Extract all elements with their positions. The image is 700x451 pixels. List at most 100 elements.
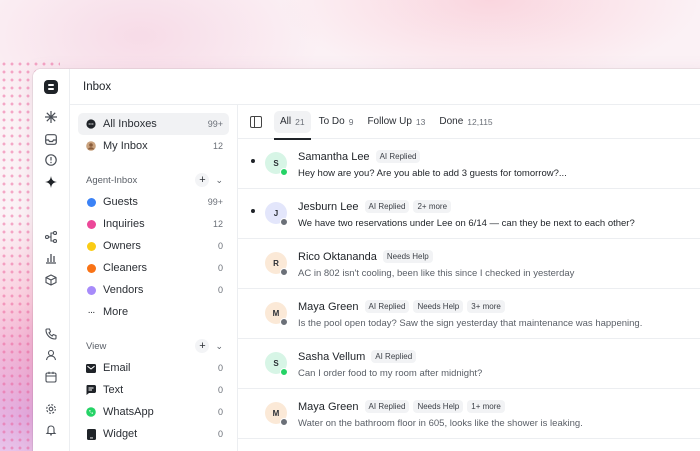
- sidebar-item-label: All Inboxes: [103, 118, 157, 130]
- sidebar-item-inquiries[interactable]: Inquiries 12: [78, 213, 229, 235]
- status-badge: Needs Help: [382, 250, 433, 263]
- icon-rail: [33, 69, 70, 451]
- conversation-list-panel: All 21 To Do 9 Follow Up 13 Done 12,115 …: [238, 105, 700, 451]
- contact-name: Sasha Vellum: [298, 350, 366, 363]
- workflow-icon[interactable]: [42, 228, 60, 246]
- whatsapp-icon: [280, 168, 288, 176]
- mail-icon: [280, 318, 288, 326]
- cube-icon[interactable]: [42, 271, 60, 289]
- sidebar-item-count: 0: [217, 263, 223, 273]
- app-window: Inbox All Inboxes 99+ My Inbox 12 Agent-…: [33, 69, 700, 451]
- section-title: View: [86, 340, 107, 352]
- status-badge: AI Replied: [364, 200, 410, 213]
- sidebar-item-label: Email: [103, 362, 131, 374]
- message-preview: AC in 802 isn't cooling, been like this …: [298, 268, 575, 279]
- tab-done[interactable]: Done 12,115: [439, 105, 492, 139]
- sidebar-toggle-icon[interactable]: [250, 115, 262, 128]
- whatsapp-icon: [280, 368, 288, 376]
- inbox-tray-icon[interactable]: [42, 130, 60, 148]
- tab-follow-up[interactable]: Follow Up 13: [367, 105, 425, 139]
- inbox-sidebar: All Inboxes 99+ My Inbox 12 Agent-Inbox …: [70, 105, 238, 451]
- whatsapp-icon: [86, 407, 96, 417]
- sidebar-item-cleaners[interactable]: Cleaners 0: [78, 257, 229, 279]
- sidebar-item-guests[interactable]: Guests 99+: [78, 191, 229, 213]
- tab-all[interactable]: All 21: [274, 110, 311, 140]
- sidebar-item-vendors[interactable]: Vendors 0: [78, 279, 229, 301]
- app-logo-icon[interactable]: [42, 78, 60, 96]
- sidebar-item-whatsapp[interactable]: WhatsApp 0: [78, 401, 229, 423]
- sparkle-outline-icon[interactable]: [42, 108, 60, 126]
- message-preview: Water on the bathroom floor in 605, look…: [298, 418, 583, 429]
- sidebar-item-count: 0: [217, 407, 223, 417]
- sidebar-item-label: Text: [103, 384, 124, 396]
- conversation-header: Maya Green AI Replied Needs Help 3+ more: [298, 300, 509, 313]
- mail-icon: [280, 418, 288, 426]
- conversation-row[interactable]: M Maya Green AI Replied Needs Help 3+ more Is…: [238, 289, 700, 339]
- sidebar-item-count: 0: [217, 241, 223, 251]
- tab-count: 9: [348, 116, 354, 127]
- bell-icon[interactable]: [42, 421, 60, 439]
- sidebar-item-email[interactable]: Email 0: [78, 357, 229, 379]
- add-view-button[interactable]: +: [195, 339, 210, 353]
- conversation-row[interactable]: J Jesburn Lee AI Replied 2+ more We have two…: [238, 189, 700, 239]
- sidebar-item-text[interactable]: Text 0: [78, 379, 229, 401]
- vendors-globe-icon: [86, 285, 96, 295]
- mail-icon: [86, 363, 96, 373]
- sidebar-item-my-inbox[interactable]: My Inbox 12: [78, 135, 229, 157]
- section-title: Agent-Inbox: [86, 174, 138, 186]
- contact-name: Maya Green: [298, 300, 359, 313]
- contact-name: Rico Oktananda: [298, 250, 377, 263]
- conversation-header: Sasha Vellum AI Replied: [298, 350, 420, 363]
- sparkle-filled-icon[interactable]: [42, 173, 60, 191]
- alert-circle-icon[interactable]: [42, 151, 60, 169]
- calendar-icon[interactable]: [42, 368, 60, 386]
- tab-to-do[interactable]: To Do 9: [319, 105, 354, 139]
- conversation-header: Rico Oktananda Needs Help: [298, 250, 437, 263]
- bar-chart-icon[interactable]: [42, 249, 60, 267]
- settings-gear-icon[interactable]: [42, 400, 60, 418]
- conversation-row[interactable]: S Samantha Lee AI Replied Hey how are you? …: [238, 139, 700, 189]
- tab-label: Done: [439, 116, 464, 127]
- sidebar-item-all-inboxes[interactable]: All Inboxes 99+: [78, 113, 229, 135]
- sidebar-item-count: 99+: [207, 119, 223, 129]
- sidebar-item-more[interactable]: ··· More: [78, 301, 229, 323]
- widget-icon: [86, 428, 96, 440]
- chevron-down-icon[interactable]: ⌄: [215, 341, 223, 352]
- sidebar-item-count: 12: [212, 141, 223, 151]
- contact-name: Maya Green: [298, 400, 359, 413]
- top-bar: Inbox: [70, 69, 700, 105]
- more-dots-icon: ···: [87, 306, 96, 318]
- sidebar-item-owners[interactable]: Owners 0: [78, 235, 229, 257]
- phone-icon[interactable]: [42, 325, 60, 343]
- status-badge: AI Replied: [375, 150, 421, 163]
- sidebar-item-count: 0: [217, 363, 223, 373]
- chevron-down-icon[interactable]: ⌄: [215, 175, 223, 186]
- status-badge: AI Replied: [371, 350, 417, 363]
- status-badge: 1+ more: [467, 400, 505, 413]
- guests-globe-icon: [86, 197, 96, 207]
- conversation-list: S Samantha Lee AI Replied Hey how are you? …: [238, 139, 700, 439]
- tab-count: 21: [295, 116, 305, 127]
- tab-label: All: [280, 116, 292, 127]
- status-badge: AI Replied: [364, 400, 410, 413]
- contact-name: Jesburn Lee: [298, 200, 359, 213]
- conversation-row[interactable]: S Sasha Vellum AI Replied Can I order food …: [238, 339, 700, 389]
- sidebar-item-count: 0: [217, 429, 223, 439]
- tab-count: 12,115: [467, 116, 493, 127]
- add-agent-inbox-button[interactable]: +: [195, 173, 210, 187]
- sidebar-item-label: WhatsApp: [103, 406, 154, 418]
- sidebar-item-count: 0: [217, 385, 223, 395]
- sidebar-item-label: More: [103, 306, 129, 318]
- inquiries-globe-icon: [86, 219, 96, 229]
- conversation-row[interactable]: M Maya Green AI Replied Needs Help 1+ more Wa…: [238, 389, 700, 439]
- conversation-row[interactable]: R Rico Oktananda Needs Help AC in 802 isn't…: [238, 239, 700, 289]
- sidebar-item-label: Cleaners: [103, 262, 148, 274]
- sidebar-item-widget[interactable]: Widget 0: [78, 423, 229, 445]
- user-icon[interactable]: [42, 346, 60, 364]
- chat-bubble-icon: [86, 119, 96, 129]
- cleaners-globe-icon: [86, 263, 96, 273]
- page-title: Inbox: [83, 80, 112, 93]
- conversation-header: Jesburn Lee AI Replied 2+ more: [298, 200, 455, 213]
- sidebar-item-label: Widget: [103, 428, 138, 440]
- message-preview: Is the pool open today? Saw the sign yes…: [298, 318, 643, 329]
